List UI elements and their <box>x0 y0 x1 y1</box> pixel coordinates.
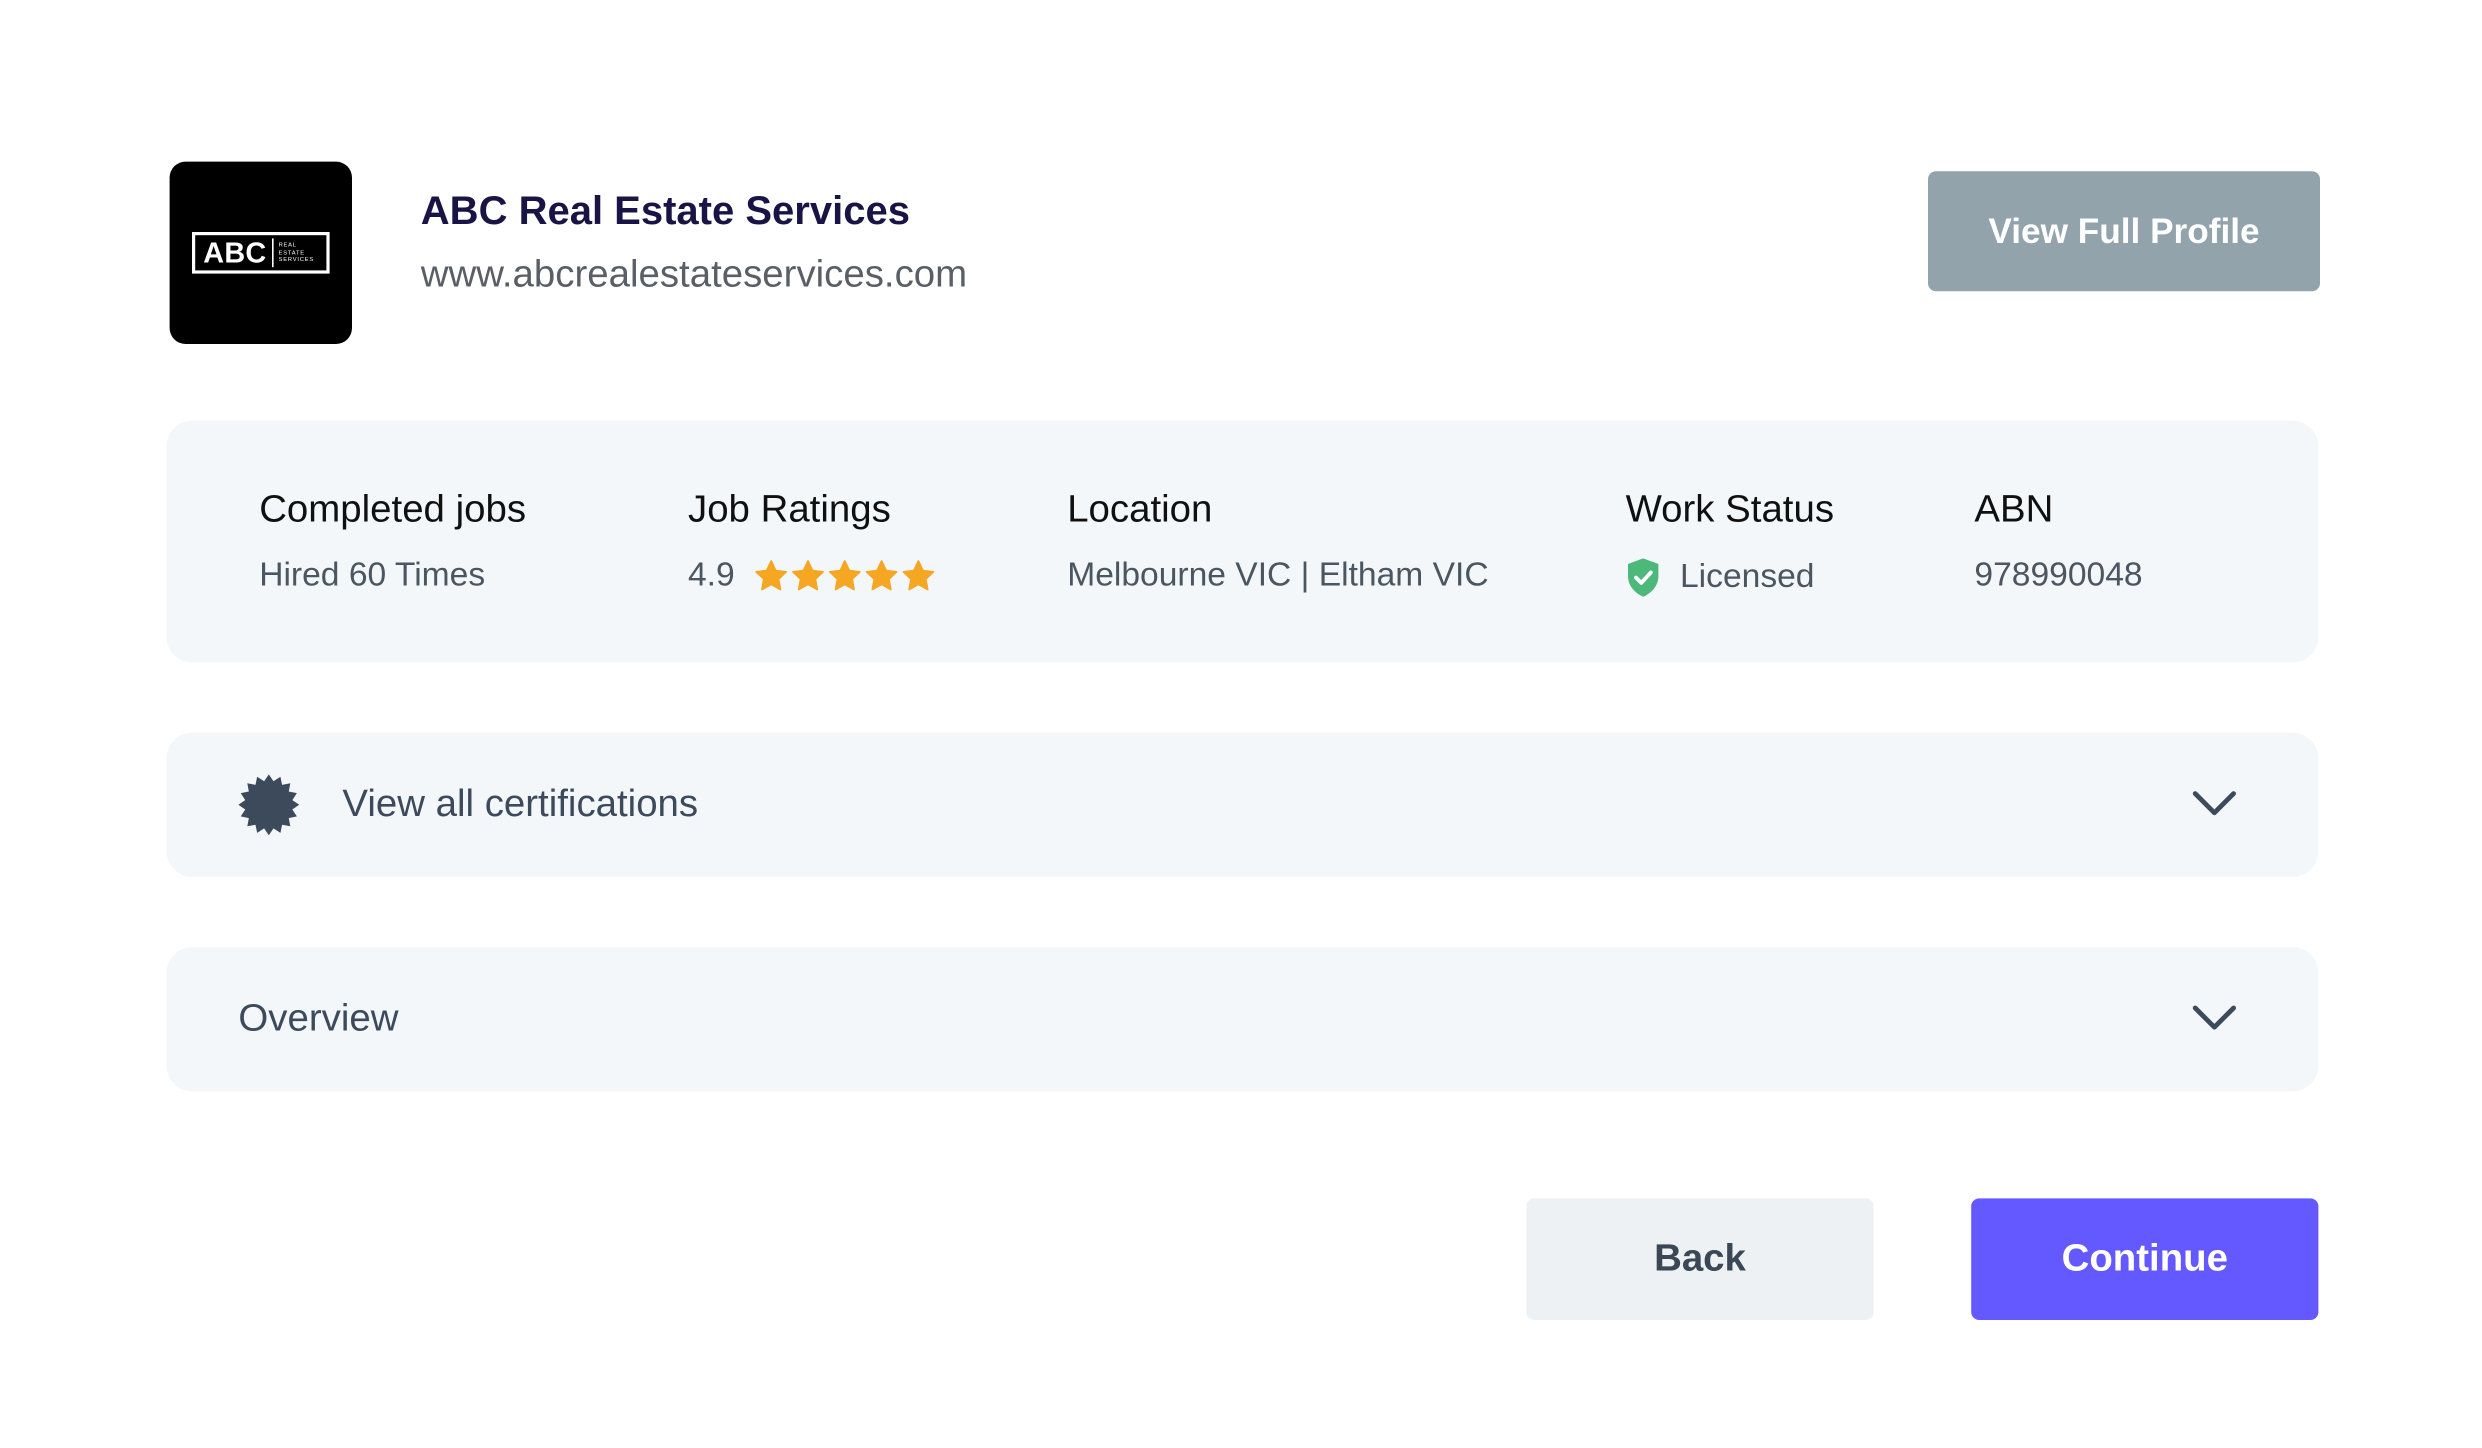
logo-subtext-line: ESTATE <box>278 249 305 256</box>
star-icon <box>792 560 825 591</box>
company-website: www.abcrealestateservices.com <box>420 252 968 296</box>
logo-divider <box>271 238 274 268</box>
stat-value: Hired 60 Times <box>259 557 485 595</box>
chevron-down-icon[interactable] <box>2190 1002 2238 1034</box>
logo-subtext-line: REAL <box>278 241 297 249</box>
stat-label: Job Ratings <box>688 488 891 532</box>
company-logo: ABC REAL ESTATE SERVICES <box>169 161 352 344</box>
stat-label: ABN <box>1974 488 2054 532</box>
company-profile-card: ABC REAL ESTATE SERVICES ABC Real Estate… <box>0 0 2482 1448</box>
certifications-accordion[interactable]: View all certifications <box>166 732 2319 877</box>
overview-label: Overview <box>238 996 399 1040</box>
certifications-label: View all certifications <box>342 782 699 826</box>
star-icon <box>866 560 898 591</box>
badge-icon <box>238 774 300 836</box>
company-name: ABC Real Estate Services <box>420 188 910 234</box>
work-status-value: Licensed <box>1680 558 1815 596</box>
star-icon <box>829 560 861 591</box>
stats-panel: Completed jobs Hired 60 Times Job Rating… <box>166 420 2319 663</box>
logo-text: ABC <box>203 236 267 269</box>
shield-check-icon <box>1628 558 1659 597</box>
rating-stars <box>754 558 936 593</box>
stat-value: Licensed <box>1626 557 1815 599</box>
overview-accordion[interactable]: Overview <box>166 947 2319 1092</box>
rating-value: 4.9 <box>688 556 735 594</box>
logo-subtext-line: SERVICES <box>278 256 314 263</box>
stat-label: Location <box>1067 488 1213 532</box>
completed-jobs-value: Hired 60 Times <box>259 556 486 594</box>
back-button[interactable]: Back <box>1526 1198 1874 1320</box>
stat-label: Work Status <box>1625 488 1835 532</box>
location-value: Melbourne VIC | Eltham VIC <box>1067 556 1489 594</box>
star-icon <box>755 560 788 591</box>
star-icon <box>902 560 935 591</box>
stat-value: 978990048 <box>1974 557 2142 595</box>
logo-frame: ABC REAL ESTATE SERVICES <box>192 232 330 274</box>
chevron-down-icon[interactable] <box>2190 787 2238 819</box>
continue-button[interactable]: Continue <box>1971 1198 2319 1320</box>
abn-value: 978990048 <box>1974 556 2143 594</box>
stat-value: 4.9 <box>688 557 936 595</box>
stat-label: Completed jobs <box>259 488 527 532</box>
stat-value: Melbourne VIC | Eltham VIC <box>1067 557 1488 595</box>
view-full-profile-button[interactable]: View Full Profile <box>1928 171 2320 292</box>
logo-subtext: REAL ESTATE SERVICES <box>279 242 314 264</box>
